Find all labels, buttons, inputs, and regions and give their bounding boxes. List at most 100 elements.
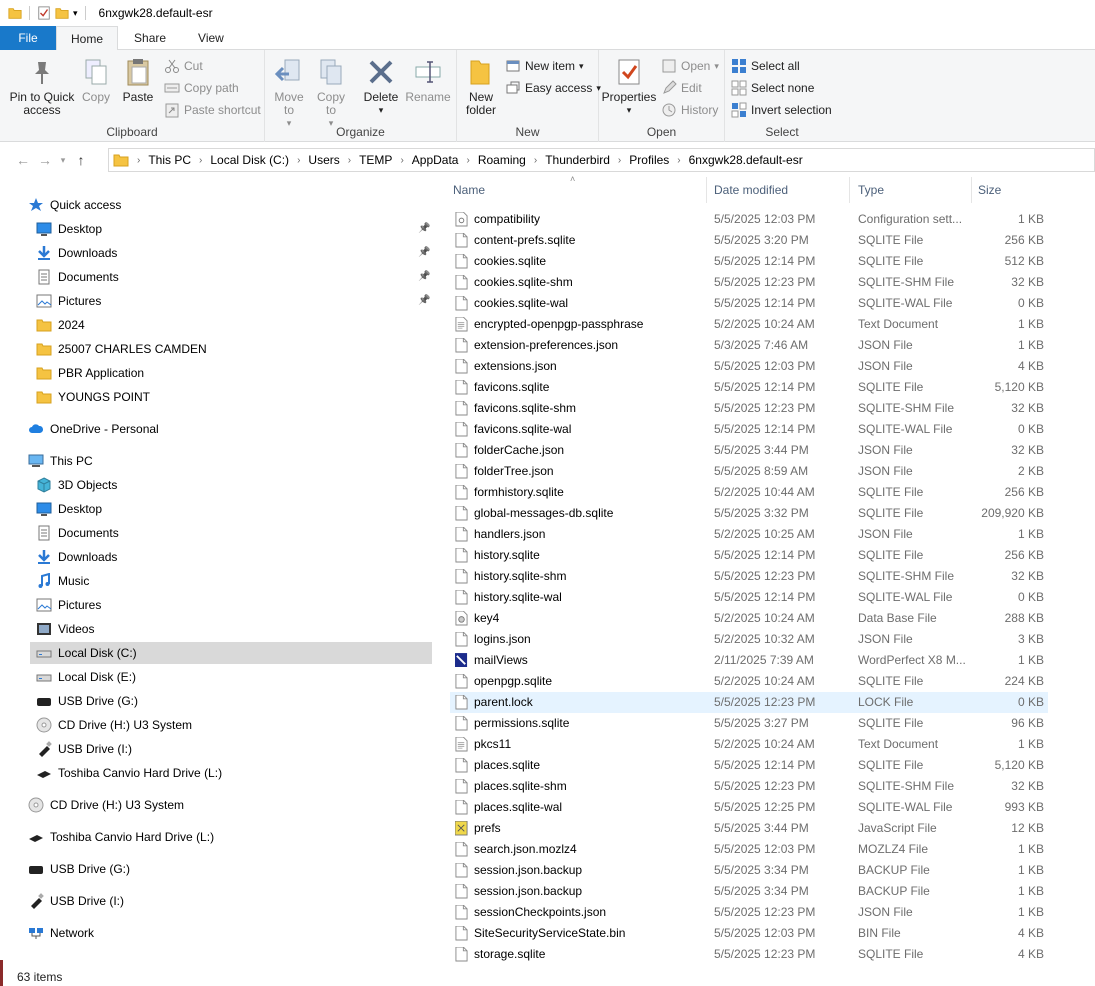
nav-item[interactable]: Quick access — [28, 194, 121, 216]
file-row[interactable]: search.json.mozlz4 5/5/2025 12:03 PM MOZLZ… — [450, 839, 1048, 860]
tab-home[interactable]: Home — [56, 26, 119, 51]
pin-to-quick-access-button[interactable]: Pin to Quick access — [6, 56, 78, 117]
nav-item[interactable]: Toshiba Canvio Hard Drive (L:) — [28, 826, 214, 848]
nav-item[interactable]: Desktop — [36, 498, 102, 520]
breadcrumb-appdata[interactable]: AppData — [408, 153, 463, 167]
file-row[interactable]: formhistory.sqlite 5/2/2025 10:44 AM SQLIT… — [450, 482, 1048, 503]
nav-item[interactable]: Pictures — [36, 594, 101, 616]
properties-button[interactable]: Properties ▾ — [601, 56, 657, 117]
move-to-button[interactable]: Move to ▾ — [271, 56, 307, 130]
file-row[interactable]: favicons.sqlite-wal 5/5/2025 12:14 PM SQLI… — [450, 419, 1048, 440]
chevron-right-icon[interactable]: › — [344, 155, 355, 166]
nav-item[interactable]: Downloads — [36, 242, 117, 264]
new-folder-icon[interactable] — [55, 6, 69, 20]
chevron-right-icon[interactable]: › — [396, 155, 407, 166]
file-row[interactable]: global-messages-db.sqlite 5/5/2025 3:32 P… — [450, 503, 1048, 524]
file-row[interactable]: compatibility 5/5/2025 12:03 PM Configurat… — [450, 209, 1048, 230]
file-row[interactable]: mailViews 2/11/2025 7:39 AM WordPerfect X8… — [450, 650, 1048, 671]
properties-checkbox-icon[interactable] — [37, 6, 51, 20]
nav-item[interactable]: Pictures — [36, 290, 101, 312]
file-row[interactable]: places.sqlite-wal 5/5/2025 12:25 PM SQLITE… — [450, 797, 1048, 818]
file-row[interactable]: extension-preferences.json 5/3/2025 7:46 … — [450, 335, 1048, 356]
nav-item[interactable]: 25007 CHARLES CAMDEN — [36, 338, 207, 360]
file-row[interactable]: key4 5/2/2025 10:24 AM Data Base File 288 K… — [450, 608, 1048, 629]
file-row[interactable]: history.sqlite 5/5/2025 12:14 PM SQLITE Fi… — [450, 545, 1048, 566]
breadcrumb-profile-folder[interactable]: 6nxgwk28.default-esr — [685, 153, 807, 167]
breadcrumb-profiles[interactable]: Profiles — [625, 153, 673, 167]
breadcrumb-thunderbird[interactable]: Thunderbird — [541, 153, 614, 167]
nav-item[interactable]: USB Drive (I:) — [28, 890, 124, 912]
tab-view[interactable]: View — [182, 26, 240, 50]
file-row[interactable]: favicons.sqlite 5/5/2025 12:14 PM SQLITE F… — [450, 377, 1048, 398]
nav-item[interactable]: Music — [36, 570, 89, 592]
nav-item[interactable]: Documents — [36, 266, 119, 288]
chevron-right-icon[interactable]: › — [195, 155, 206, 166]
column-header-size[interactable]: Size — [972, 177, 1048, 203]
nav-item[interactable]: Videos — [36, 618, 94, 640]
edit-button[interactable]: Edit — [661, 78, 702, 98]
paste-shortcut-button[interactable]: Paste shortcut — [164, 100, 261, 120]
nav-item[interactable]: Desktop — [36, 218, 102, 240]
nav-item[interactable]: Local Disk (C:) — [30, 642, 432, 664]
file-row[interactable]: places.sqlite 5/5/2025 12:14 PM SQLITE Fil… — [450, 755, 1048, 776]
nav-item[interactable]: This PC — [28, 450, 93, 472]
file-row[interactable]: SiteSecurityServiceState.bin 5/5/2025 12:… — [450, 923, 1048, 944]
column-header-type[interactable]: Type — [852, 177, 972, 203]
nav-item[interactable]: USB Drive (G:) — [36, 690, 138, 712]
customize-toolbar-icon[interactable]: ▾ — [73, 8, 78, 19]
file-row[interactable]: cookies.sqlite-shm 5/5/2025 12:23 PM SQLIT… — [450, 272, 1048, 293]
column-header-date-modified[interactable]: Date modified — [708, 177, 850, 203]
tab-share[interactable]: Share — [118, 26, 182, 50]
file-row[interactable]: folderTree.json 5/5/2025 8:59 AM JSON File… — [450, 461, 1048, 482]
file-row[interactable]: favicons.sqlite-shm 5/5/2025 12:23 PM SQLI… — [450, 398, 1048, 419]
history-button[interactable]: History — [661, 100, 718, 120]
delete-button[interactable]: Delete ▾ — [361, 56, 401, 117]
file-row[interactable]: parent.lock 5/5/2025 12:23 PM LOCK File 0 K… — [450, 692, 1048, 713]
file-row[interactable]: cookies.sqlite 5/5/2025 12:14 PM SQLITE Fi… — [450, 251, 1048, 272]
breadcrumb-temp[interactable]: TEMP — [355, 153, 396, 167]
paste-button[interactable]: Paste — [118, 56, 158, 104]
up-button[interactable]: ↑ — [70, 149, 92, 171]
nav-item[interactable]: USB Drive (I:) — [36, 738, 132, 760]
nav-item[interactable]: CD Drive (H:) U3 System — [36, 714, 192, 736]
file-row[interactable]: history.sqlite-shm 5/5/2025 12:23 PM SQLIT… — [450, 566, 1048, 587]
nav-item[interactable]: YOUNGS POINT — [36, 386, 150, 408]
back-button[interactable]: ← — [12, 149, 34, 171]
open-button[interactable]: Open ▾ — [661, 56, 719, 76]
breadcrumb-roaming[interactable]: Roaming — [474, 153, 530, 167]
tab-file[interactable]: File — [0, 26, 56, 50]
select-all-button[interactable]: Select all — [731, 56, 800, 76]
file-row[interactable]: cookies.sqlite-wal 5/5/2025 12:14 PM SQLIT… — [450, 293, 1048, 314]
file-row[interactable]: prefs 5/5/2025 3:44 PM JavaScript File 12 K… — [450, 818, 1048, 839]
chevron-right-icon[interactable]: › — [133, 155, 144, 166]
breadcrumb-users[interactable]: Users — [304, 153, 343, 167]
chevron-right-icon[interactable]: › — [462, 155, 473, 166]
rename-button[interactable]: Rename — [405, 56, 451, 104]
file-row[interactable]: history.sqlite-wal 5/5/2025 12:14 PM SQLIT… — [450, 587, 1048, 608]
copy-path-button[interactable]: Copy path — [164, 78, 239, 98]
recent-locations-button[interactable]: ▾ — [56, 149, 70, 171]
file-row[interactable]: places.sqlite-shm 5/5/2025 12:23 PM SQLITE… — [450, 776, 1048, 797]
copy-to-button[interactable]: Copy to ▾ — [313, 56, 349, 130]
nav-item[interactable]: Local Disk (E:) — [36, 666, 136, 688]
breadcrumb-this-pc[interactable]: This PC — [144, 153, 195, 167]
nav-item[interactable]: CD Drive (H:) U3 System — [28, 794, 184, 816]
invert-selection-button[interactable]: Invert selection — [731, 100, 832, 120]
file-row[interactable]: permissions.sqlite 5/5/2025 3:27 PM SQLITE… — [450, 713, 1048, 734]
select-none-button[interactable]: Select none — [731, 78, 814, 98]
chevron-right-icon[interactable]: › — [530, 155, 541, 166]
nav-item[interactable]: Downloads — [36, 546, 117, 568]
file-row[interactable]: sessionCheckpoints.json 5/5/2025 12:23 PM… — [450, 902, 1048, 923]
file-row[interactable]: pkcs11 5/2/2025 10:24 AM Text Document 1 KB — [450, 734, 1048, 755]
address-bar[interactable]: › This PC › Local Disk (C:) › Users › TE… — [108, 148, 1095, 172]
file-row[interactable]: session.json.backup 5/5/2025 3:34 PM BACKU… — [450, 881, 1048, 902]
breadcrumb-local-disk[interactable]: Local Disk (C:) — [206, 153, 293, 167]
cut-button[interactable]: Cut — [164, 56, 203, 76]
file-row[interactable]: encrypted-openpgp-passphrase 5/2/2025 10:… — [450, 314, 1048, 335]
new-item-button[interactable]: New item ▾ — [505, 56, 584, 76]
chevron-right-icon[interactable]: › — [293, 155, 304, 166]
chevron-right-icon[interactable]: › — [673, 155, 684, 166]
file-row[interactable]: folderCache.json 5/5/2025 3:44 PM JSON Fil… — [450, 440, 1048, 461]
column-header-name[interactable]: Name — [447, 177, 707, 203]
nav-item[interactable]: Documents — [36, 522, 119, 544]
